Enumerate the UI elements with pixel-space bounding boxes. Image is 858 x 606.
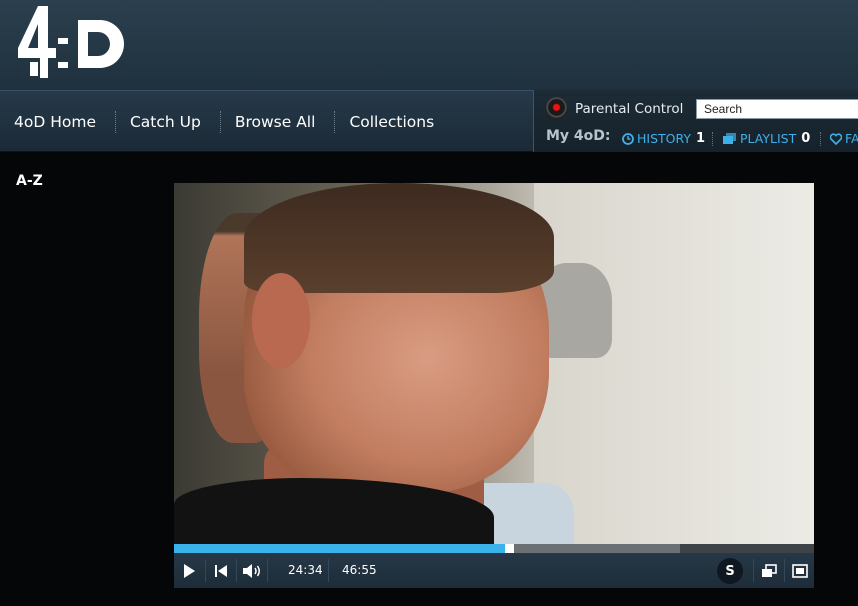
control-divider <box>328 559 329 582</box>
skip-back-button[interactable] <box>207 553 235 588</box>
nav-browse-all[interactable]: Browse All <box>221 113 335 131</box>
volume-icon <box>243 563 260 578</box>
progress-bar[interactable] <box>174 544 814 553</box>
control-divider <box>205 559 206 582</box>
main-nav: 4oD Home Catch Up Browse All Collections <box>0 91 453 153</box>
play-icon <box>184 563 195 578</box>
progress-buffered <box>509 544 680 553</box>
site-header <box>0 0 858 90</box>
control-divider <box>267 559 268 582</box>
progress-played <box>174 544 509 553</box>
video-frame[interactable] <box>174 183 814 544</box>
link-divider <box>712 132 713 146</box>
nav-collections[interactable]: Collections <box>335 113 453 131</box>
popout-button[interactable] <box>755 553 783 588</box>
nav-4od-home[interactable]: 4oD Home <box>0 113 115 131</box>
history-label: HISTORY <box>637 131 692 146</box>
playlist-link[interactable]: PLAYLIST 0 <box>723 131 810 146</box>
favourites-link[interactable]: FA <box>830 131 858 146</box>
user-panel: Parental Control Search My 4oD: HISTORY … <box>533 90 858 152</box>
playlist-icon <box>723 132 736 144</box>
az-link[interactable]: A-Z <box>16 173 43 189</box>
video-background <box>534 183 814 544</box>
player-controls: 24:34 46:55 S <box>174 553 814 588</box>
playlist-label: PLAYLIST <box>740 131 797 146</box>
favourites-label: FA <box>845 131 858 146</box>
current-time: 24:34 <box>288 563 323 577</box>
control-divider <box>236 559 237 582</box>
control-divider <box>784 559 785 582</box>
channel-4od-logo[interactable] <box>14 4 126 84</box>
fullscreen-button[interactable] <box>786 553 814 588</box>
progress-scrubber[interactable] <box>505 544 514 553</box>
popout-icon <box>762 563 777 577</box>
history-link[interactable]: HISTORY 1 <box>622 131 705 146</box>
parental-control-link[interactable]: Parental Control <box>575 101 683 117</box>
fullscreen-icon <box>792 563 808 578</box>
my4od-label: My 4oD: <box>546 128 611 144</box>
skip-back-icon <box>215 564 227 577</box>
duration: 46:55 <box>342 563 377 577</box>
play-button[interactable] <box>174 553 204 588</box>
clock-icon <box>622 132 634 145</box>
nav-catch-up[interactable]: Catch Up <box>116 113 220 131</box>
subtitles-button[interactable]: S <box>717 558 743 584</box>
link-divider <box>820 132 821 146</box>
video-player: 24:34 46:55 S <box>174 183 814 588</box>
heart-icon <box>830 132 842 145</box>
control-divider <box>753 559 754 582</box>
history-count: 1 <box>696 131 706 146</box>
parental-control-icon[interactable] <box>545 97 568 120</box>
volume-button[interactable] <box>238 553 266 588</box>
search-input[interactable]: Search <box>696 99 858 119</box>
playlist-count: 0 <box>801 131 811 146</box>
video-ear <box>252 273 310 368</box>
